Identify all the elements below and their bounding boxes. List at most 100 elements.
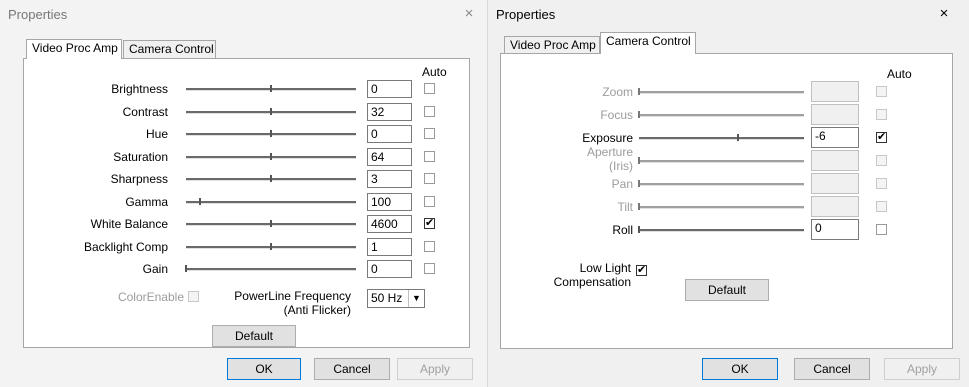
gain-label: Gain bbox=[142, 262, 168, 276]
focus-value-field[interactable] bbox=[811, 104, 859, 125]
white-balance-row: White Balance 4600 ✔ bbox=[24, 214, 469, 234]
gamma-value-field[interactable]: 100 bbox=[367, 192, 412, 211]
backlight-comp-row: Backlight Comp 1 bbox=[24, 237, 469, 257]
white-balance-auto-checkbox[interactable]: ✔ bbox=[424, 218, 435, 229]
tilt-label: Tilt bbox=[617, 200, 633, 214]
powerline-label-line1: PowerLine Frequency bbox=[234, 289, 351, 303]
hue-value-field[interactable]: 0 bbox=[367, 125, 412, 143]
gain-slider-thumb[interactable] bbox=[185, 265, 187, 272]
close-icon[interactable]: × bbox=[458, 4, 480, 24]
low-light-checkbox[interactable]: ✔ bbox=[636, 265, 647, 276]
backlight-comp-slider-thumb[interactable] bbox=[270, 242, 272, 250]
brightness-auto-checkbox[interactable] bbox=[424, 83, 435, 94]
tilt-slider-thumb[interactable] bbox=[638, 203, 640, 210]
hue-label: Hue bbox=[145, 127, 168, 141]
gain-value-field[interactable]: 0 bbox=[367, 260, 412, 278]
ok-button[interactable]: OK bbox=[227, 358, 301, 380]
contrast-slider-thumb[interactable] bbox=[270, 107, 272, 115]
saturation-slider-thumb[interactable] bbox=[270, 152, 272, 160]
tilt-slider-track[interactable] bbox=[639, 206, 804, 209]
contrast-auto-checkbox[interactable] bbox=[424, 105, 435, 117]
low-light-label: Low Light Compensation bbox=[541, 261, 631, 289]
roll-label: Roll bbox=[612, 223, 633, 237]
gamma-auto-checkbox[interactable] bbox=[424, 195, 435, 207]
zoom-slider-thumb[interactable] bbox=[638, 88, 640, 95]
exposure-slider-track[interactable] bbox=[639, 137, 804, 140]
dialog-title: Properties bbox=[496, 7, 556, 22]
focus-auto-checkbox[interactable] bbox=[876, 109, 887, 120]
backlight-comp-label: Backlight Comp bbox=[83, 239, 168, 254]
focus-slider-track[interactable] bbox=[639, 114, 804, 117]
pan-auto-checkbox[interactable] bbox=[876, 178, 887, 189]
ok-button[interactable]: OK bbox=[702, 358, 778, 380]
tilt-value-field[interactable] bbox=[811, 196, 859, 217]
hue-auto-checkbox[interactable] bbox=[424, 128, 435, 139]
aperture-iris-auto-checkbox[interactable] bbox=[876, 155, 887, 166]
gamma-slider-track[interactable] bbox=[186, 200, 356, 204]
close-icon[interactable]: × bbox=[933, 4, 955, 24]
gain-slider-track[interactable] bbox=[186, 268, 356, 271]
pan-slider-track[interactable] bbox=[639, 183, 804, 186]
aperture-iris-value-field[interactable] bbox=[811, 150, 859, 171]
brightness-row: Brightness 0 bbox=[24, 79, 469, 99]
contrast-label: Contrast bbox=[122, 104, 168, 119]
pan-value-field[interactable] bbox=[811, 173, 859, 194]
color-enable-checkbox[interactable] bbox=[188, 291, 199, 302]
backlight-comp-auto-checkbox[interactable] bbox=[424, 240, 435, 252]
apply-button[interactable]: Apply bbox=[397, 358, 473, 380]
cancel-button[interactable]: Cancel bbox=[794, 358, 870, 380]
powerline-label: PowerLine Frequency (Anti Flicker) bbox=[224, 289, 351, 317]
roll-slider-track[interactable] bbox=[639, 229, 804, 232]
white-balance-label: White Balance bbox=[90, 217, 168, 231]
pan-slider-thumb[interactable] bbox=[638, 180, 640, 187]
exposure-label: Exposure bbox=[582, 131, 633, 145]
tilt-auto-checkbox[interactable] bbox=[876, 201, 887, 212]
saturation-value-field[interactable]: 64 bbox=[367, 147, 412, 166]
zoom-value-field[interactable] bbox=[811, 81, 859, 102]
default-button[interactable]: Default bbox=[685, 279, 769, 301]
hue-row: Hue 0 bbox=[24, 124, 469, 144]
aperture-iris-slider-thumb[interactable] bbox=[638, 157, 640, 164]
properties-dialog-video: Properties × Video Proc Amp Camera Contr… bbox=[0, 0, 488, 387]
chevron-down-icon: ▼ bbox=[408, 290, 424, 307]
white-balance-slider-thumb[interactable] bbox=[270, 220, 272, 227]
brightness-slider-thumb[interactable] bbox=[270, 85, 272, 92]
default-button[interactable]: Default bbox=[212, 325, 296, 347]
zoom-slider-track[interactable] bbox=[639, 91, 804, 94]
zoom-auto-checkbox[interactable] bbox=[876, 86, 887, 97]
tab-camera-control[interactable]: Camera Control bbox=[123, 40, 216, 59]
white-balance-value-field[interactable]: 4600 bbox=[367, 215, 412, 233]
saturation-auto-checkbox[interactable] bbox=[424, 150, 435, 162]
gain-auto-checkbox[interactable] bbox=[424, 263, 435, 274]
powerline-frequency-select[interactable]: 50 Hz ▼ bbox=[367, 289, 425, 308]
cancel-button[interactable]: Cancel bbox=[314, 358, 390, 380]
apply-button[interactable]: Apply bbox=[884, 358, 960, 380]
saturation-label: Saturation bbox=[113, 149, 168, 164]
backlight-comp-value-field[interactable]: 1 bbox=[367, 237, 412, 256]
sharpness-slider-thumb[interactable] bbox=[270, 175, 272, 182]
roll-auto-checkbox[interactable] bbox=[876, 224, 887, 235]
zoom-label: Zoom bbox=[602, 85, 633, 99]
contrast-value-field[interactable]: 32 bbox=[367, 102, 412, 121]
roll-slider-thumb[interactable] bbox=[638, 226, 640, 233]
focus-slider-thumb[interactable] bbox=[638, 111, 640, 118]
aperture-iris-label: Aperture (Iris) bbox=[586, 145, 633, 173]
exposure-value-field[interactable]: -6 bbox=[811, 127, 859, 148]
aperture-iris-slider-track[interactable] bbox=[639, 160, 804, 163]
exposure-slider-thumb[interactable] bbox=[737, 134, 739, 141]
hue-slider-thumb[interactable] bbox=[270, 130, 272, 137]
exposure-auto-checkbox[interactable]: ✔ bbox=[876, 132, 887, 143]
brightness-label: Brightness bbox=[111, 82, 168, 96]
sharpness-auto-checkbox[interactable] bbox=[424, 173, 435, 184]
roll-value-field[interactable]: 0 bbox=[811, 219, 859, 240]
brightness-value-field[interactable]: 0 bbox=[367, 80, 412, 98]
gamma-slider-thumb[interactable] bbox=[199, 197, 201, 205]
tab-camera-control[interactable]: Camera Control bbox=[600, 32, 696, 54]
pan-row: Pan bbox=[501, 173, 952, 194]
focus-label: Focus bbox=[600, 108, 633, 122]
gamma-label: Gamma bbox=[125, 194, 168, 209]
properties-dialog-camera: Properties × Video Proc Amp Camera Contr… bbox=[488, 0, 969, 387]
tab-video-proc-amp[interactable]: Video Proc Amp bbox=[26, 39, 122, 59]
sharpness-value-field[interactable]: 3 bbox=[367, 170, 412, 188]
tab-panel: Auto Brightness 0 Contrast 32 Hue 0 Saturation… bbox=[23, 58, 470, 348]
